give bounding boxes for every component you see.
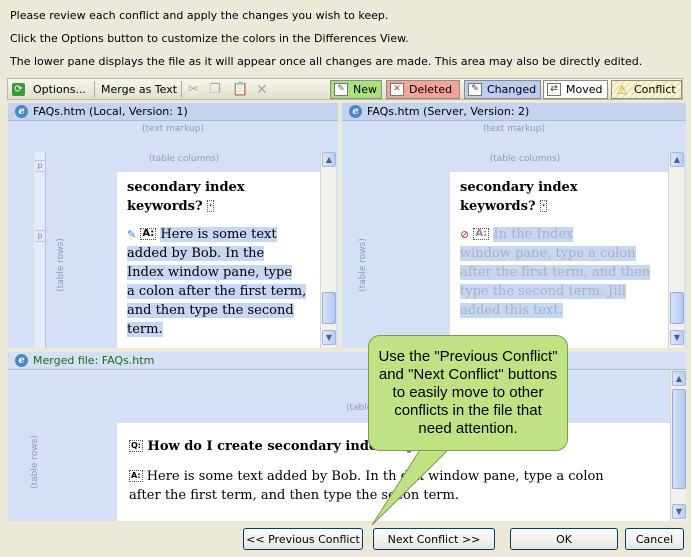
legend-changed: ✎ Changed bbox=[464, 80, 541, 99]
ruler-tag-p: p bbox=[35, 230, 45, 242]
server-table-rows-label: (table rows) bbox=[357, 238, 368, 292]
merged-table-rows-label: (table rows) bbox=[29, 435, 40, 489]
merge-label: Merge as Text bbox=[101, 83, 178, 96]
local-document-page[interactable]: secondary index keywords? · ✎ A: Here is… bbox=[117, 172, 320, 348]
toolbar-divider bbox=[181, 81, 182, 98]
copy-icon[interactable]: ❐ bbox=[209, 81, 221, 98]
local-tag-ruler: p p bbox=[34, 152, 46, 348]
end-tag-marker: · bbox=[540, 200, 548, 212]
merged-pane-body[interactable]: (table c (table rows) Q: How do I create… bbox=[8, 371, 686, 521]
callout-bubble: Use the "Previous Conflict" and "Next Co… bbox=[368, 335, 568, 451]
server-answer-paragraph: ⊘ A: In the Index window pane, type a co… bbox=[460, 227, 651, 318]
scroll-thumb[interactable] bbox=[670, 292, 684, 324]
delete-icon[interactable]: ✕ bbox=[256, 81, 268, 98]
end-tag-marker: · bbox=[207, 200, 215, 212]
local-text-markup-band: (text markup) bbox=[8, 121, 338, 152]
local-heading: secondary index keywords? · bbox=[127, 180, 245, 214]
conflict-icon: ⚠ bbox=[616, 82, 628, 97]
local-answer-paragraph: ✎ A: Here is some text added by Bob. In … bbox=[127, 227, 307, 337]
server-pane-title: FAQs.htm (Server, Version: 2) bbox=[367, 105, 530, 118]
scroll-down-button[interactable]: ▼ bbox=[322, 330, 336, 345]
instruction-line-3: The lower pane displays the file as it w… bbox=[10, 55, 643, 68]
options-label: Options... bbox=[33, 83, 86, 96]
merge-as-text-button[interactable]: Merge as Text bbox=[101, 81, 177, 98]
legend-new: ✎ New bbox=[330, 80, 382, 99]
paste-icon[interactable]: 📋 bbox=[232, 81, 248, 98]
next-conflict-button[interactable]: Next Conflict >> bbox=[373, 528, 495, 550]
server-text-markup-band: (text markup) bbox=[342, 121, 686, 152]
local-pane-body[interactable]: p p (table rows) (table columns) seconda… bbox=[8, 152, 338, 348]
toolbar-divider bbox=[94, 81, 95, 98]
deleted-icon: ✕ bbox=[390, 83, 404, 96]
answer-tag: A: bbox=[129, 470, 143, 482]
callout-text: Use the "Previous Conflict" and "Next Co… bbox=[378, 348, 558, 437]
differences-toolbar: ⟳ Options... Merge as Text ✂ ❐ 📋 ✕ ✎ New… bbox=[7, 78, 683, 100]
instruction-line-2: Click the Options button to customize th… bbox=[10, 32, 409, 45]
server-vertical-scrollbar[interactable]: ▲ ▼ bbox=[668, 152, 684, 348]
server-markup-label: (text markup) bbox=[483, 124, 545, 134]
server-table-columns-label: (table columns) bbox=[489, 154, 561, 164]
merged-vertical-scrollbar[interactable]: ▲ ▼ bbox=[670, 371, 686, 521]
legend-conflict-label: Conflict bbox=[634, 83, 676, 96]
changed-icon: ✎ bbox=[468, 83, 482, 96]
ok-button[interactable]: OK bbox=[510, 528, 618, 550]
merged-answer: A: Here is some text added by Bob. In th… bbox=[129, 469, 604, 503]
options-button[interactable]: ⟳ Options... bbox=[12, 81, 86, 98]
instruction-line-1: Please review each conflict and apply th… bbox=[10, 9, 389, 22]
scroll-up-button[interactable]: ▲ bbox=[670, 152, 684, 167]
local-table-columns-label: (table columns) bbox=[148, 154, 220, 164]
local-markup-label: (text markup) bbox=[142, 124, 204, 134]
local-pane-header: e FAQs.htm (Local, Version: 1) bbox=[8, 103, 338, 121]
local-pane-title: FAQs.htm (Local, Version: 1) bbox=[33, 105, 188, 118]
legend-moved: ⇄ Moved bbox=[543, 80, 608, 99]
ie-document-icon: e bbox=[15, 105, 28, 118]
scroll-down-button[interactable]: ▼ bbox=[672, 504, 686, 519]
legend-new-label: New bbox=[353, 83, 377, 96]
legend-moved-label: Moved bbox=[566, 83, 603, 96]
scroll-down-button[interactable]: ▼ bbox=[670, 330, 684, 345]
local-vertical-scrollbar[interactable]: ▲ ▼ bbox=[320, 152, 336, 348]
server-pane-header: e FAQs.htm (Server, Version: 2) bbox=[342, 103, 686, 121]
new-icon: ✎ bbox=[334, 83, 348, 96]
scroll-thumb[interactable] bbox=[322, 292, 336, 324]
merged-pane-title: Merged file: FAQs.htm bbox=[33, 354, 155, 367]
scroll-thumb[interactable] bbox=[672, 389, 686, 489]
legend-deleted-label: Deleted bbox=[409, 83, 453, 96]
server-heading: secondary index keywords? · bbox=[460, 180, 578, 214]
scroll-up-button[interactable]: ▲ bbox=[322, 152, 336, 167]
cut-icon[interactable]: ✂ bbox=[188, 81, 199, 98]
cancel-button[interactable]: Cancel bbox=[625, 528, 684, 550]
previous-conflict-button[interactable]: << Previous Conflict bbox=[243, 528, 363, 550]
refresh-icon: ⟳ bbox=[12, 83, 25, 96]
server-document-page[interactable]: secondary index keywords? · ⊘ A: In the … bbox=[450, 172, 668, 348]
deleted-marker-icon: ⊘ bbox=[460, 228, 470, 241]
merged-pane-header: e Merged file: FAQs.htm bbox=[8, 352, 686, 370]
ruler-tag-p: p bbox=[35, 160, 45, 172]
question-tag: Q: bbox=[129, 440, 143, 452]
legend-conflict: ⚠ Conflict bbox=[611, 80, 682, 99]
changed-marker-icon: ✎ bbox=[127, 228, 137, 241]
ie-document-icon: e bbox=[349, 105, 362, 118]
ie-document-icon: e bbox=[15, 354, 28, 367]
legend-deleted: ✕ Deleted bbox=[386, 80, 460, 99]
moved-icon: ⇄ bbox=[547, 83, 561, 96]
legend-changed-label: Changed bbox=[487, 83, 537, 96]
answer-tag: A: bbox=[140, 228, 157, 240]
server-pane-body[interactable]: (table rows) (table columns) secondary i… bbox=[342, 152, 686, 348]
local-table-rows-label: (table rows) bbox=[55, 238, 66, 292]
answer-tag: A: bbox=[473, 228, 490, 240]
scroll-up-button[interactable]: ▲ bbox=[672, 371, 686, 386]
